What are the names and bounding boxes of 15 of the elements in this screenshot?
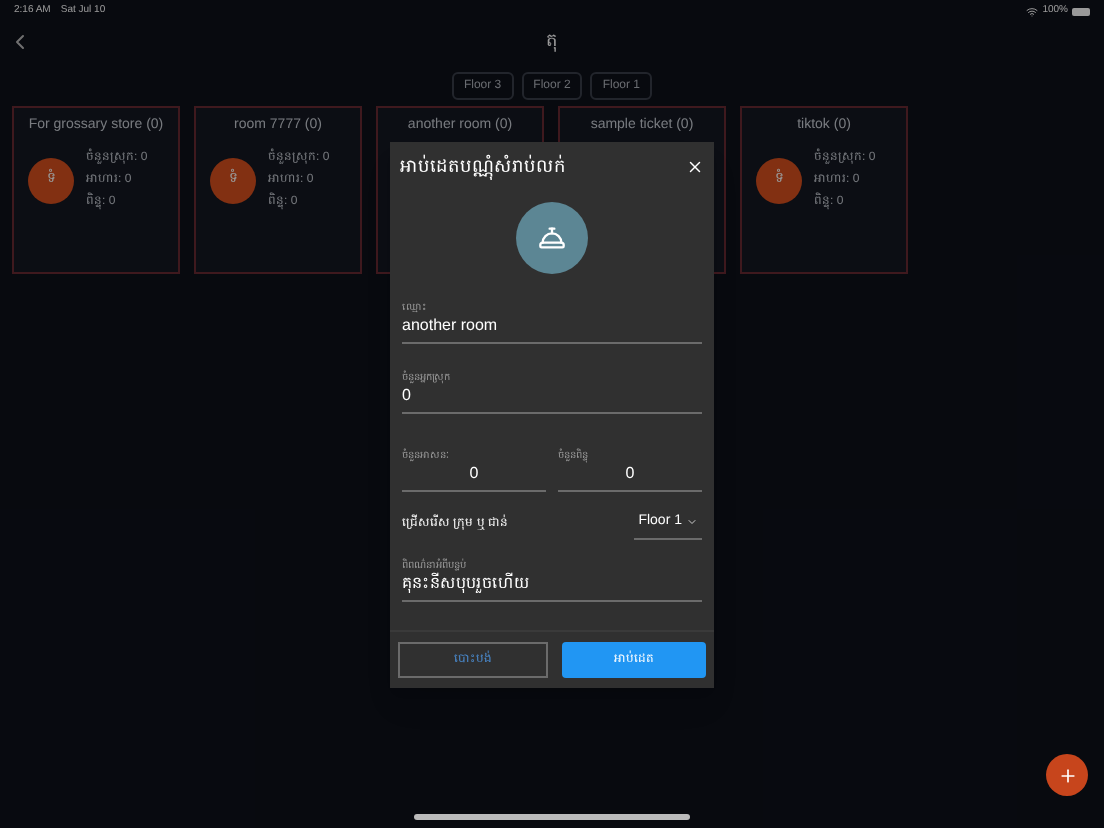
bell-icon: [538, 224, 566, 252]
wifi-icon: [1026, 6, 1039, 18]
close-icon[interactable]: [686, 158, 704, 176]
caret-icon: [686, 516, 698, 529]
field-value: 0: [402, 386, 413, 406]
field-value: គុនះនីសបុបរួចហើយ: [402, 573, 532, 593]
page-title: តុ: [546, 28, 558, 56]
plus-icon: [1057, 765, 1077, 785]
field-value: 0: [467, 464, 481, 484]
room-image[interactable]: [516, 202, 588, 274]
field-value: 0: [623, 464, 637, 484]
dialog-title: អាប់ដេតបណ្ណុំសំរាប់លក់: [400, 153, 566, 181]
battery-icon: [1072, 8, 1090, 16]
add-button[interactable]: [1046, 754, 1088, 796]
field-value: another room: [402, 316, 500, 336]
